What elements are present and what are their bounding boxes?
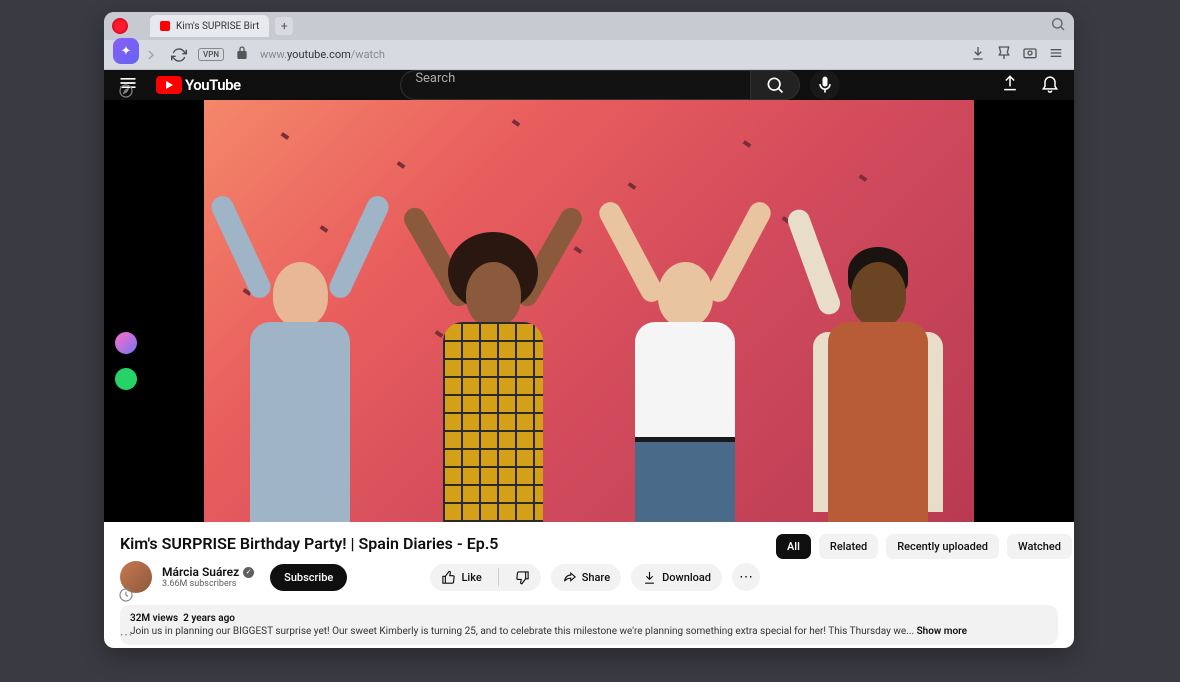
thumbs-up-icon: [441, 570, 456, 585]
menu-icon[interactable]: [1048, 45, 1064, 65]
description-box[interactable]: 32M views 2 years ago Join us in plannin…: [120, 605, 1058, 645]
whatsapp-icon[interactable]: [115, 368, 137, 390]
browser-tab[interactable]: Kim's SUPRISE Birt: [150, 15, 269, 37]
search-bar: Search: [400, 70, 800, 100]
chip-related[interactable]: Related: [819, 534, 878, 559]
search-icon: [765, 75, 785, 95]
opera-sidebar: ✦ ⋯: [110, 38, 142, 648]
video-area: [104, 100, 1074, 522]
aria-ai-button[interactable]: ✦: [113, 38, 139, 64]
download-icon[interactable]: [970, 45, 986, 65]
tab-search-icon[interactable]: [1050, 16, 1066, 36]
chip-watched[interactable]: Watched: [1007, 534, 1072, 559]
reload-button[interactable]: [170, 46, 188, 64]
youtube-favicon-icon: [160, 21, 170, 31]
like-button[interactable]: Like: [430, 564, 492, 591]
url-display[interactable]: www.youtube.com/watch: [260, 48, 385, 61]
video-stats: 32M views 2 years ago: [130, 613, 1048, 624]
snapshot-icon[interactable]: [1022, 45, 1038, 65]
chip-recently-uploaded[interactable]: Recently uploaded: [886, 534, 999, 559]
verified-icon: ✓: [243, 567, 254, 578]
lock-icon[interactable]: [234, 45, 250, 65]
youtube-logo-text: YouTube: [185, 76, 241, 94]
filter-chips: All Related Recently uploaded Watched: [776, 534, 1074, 559]
share-icon: [562, 570, 577, 585]
history-icon[interactable]: [113, 582, 139, 608]
video-player[interactable]: [204, 100, 974, 522]
notifications-icon[interactable]: [1040, 73, 1060, 97]
forward-button[interactable]: [142, 46, 160, 64]
new-tab-button[interactable]: +: [275, 17, 293, 35]
share-button[interactable]: Share: [551, 564, 621, 591]
upload-icon[interactable]: [1000, 73, 1020, 97]
messenger-icon[interactable]: [115, 332, 137, 354]
opera-logo-icon[interactable]: [112, 18, 128, 34]
more-actions-button[interactable]: ⋯: [732, 563, 760, 591]
youtube-logo[interactable]: YouTube: [156, 76, 241, 94]
pin-icon[interactable]: [996, 45, 1012, 65]
like-dislike-pill: Like: [430, 564, 540, 591]
youtube-app: YouTube Search: [104, 70, 1074, 648]
vpn-badge[interactable]: VPN: [198, 48, 224, 61]
description-text: Join us in planning our BIGGEST surprise…: [130, 626, 914, 637]
youtube-header: YouTube Search: [104, 70, 1074, 100]
speed-dial-icon[interactable]: [113, 78, 139, 104]
channel-name: Márcia Suárez: [162, 565, 239, 579]
video-info-section: Kim's SURPRISE Birthday Party! | Spain D…: [104, 522, 1074, 648]
sidebar-more-icon[interactable]: ⋯: [113, 622, 139, 648]
youtube-play-icon: [156, 76, 182, 94]
microphone-icon: [815, 75, 835, 95]
address-bar: VPN www.youtube.com/watch: [104, 40, 1074, 70]
download-button[interactable]: Download: [631, 564, 722, 591]
show-more-button[interactable]: Show more: [917, 626, 967, 637]
search-input[interactable]: Search: [400, 70, 750, 100]
tab-strip: Kim's SUPRISE Birt +: [104, 12, 1074, 40]
subscriber-count: 3.66M subscribers: [162, 579, 254, 589]
dislike-button[interactable]: [504, 564, 541, 591]
subscribe-button[interactable]: Subscribe: [270, 564, 347, 591]
thumbs-down-icon: [515, 570, 530, 585]
video-title: Kim's SURPRISE Birthday Party! | Spain D…: [120, 534, 760, 553]
search-button[interactable]: [750, 70, 800, 100]
download-icon: [642, 570, 657, 585]
voice-search-button[interactable]: [810, 70, 840, 100]
tab-title: Kim's SUPRISE Birt: [176, 21, 259, 32]
browser-window: Kim's SUPRISE Birt + VPN www.youtube.com…: [104, 12, 1074, 648]
chip-all[interactable]: All: [776, 534, 811, 559]
